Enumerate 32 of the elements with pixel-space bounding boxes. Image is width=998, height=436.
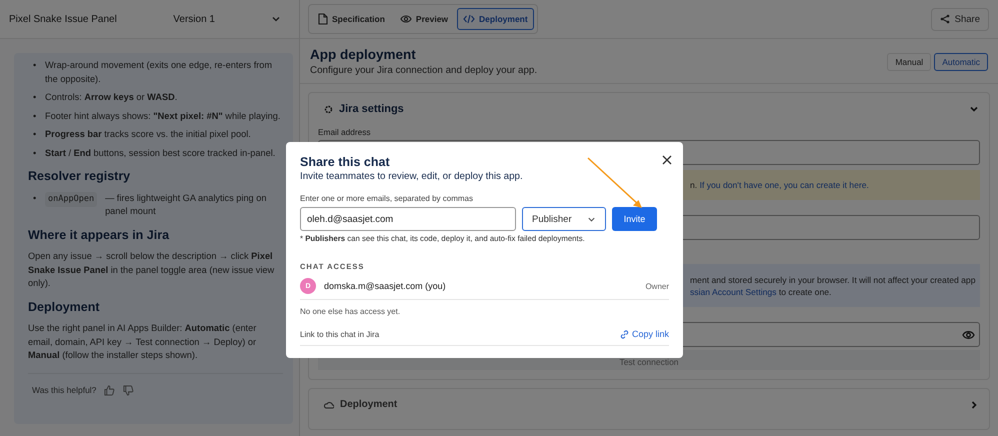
dialog-title: Share this chat	[300, 155, 390, 169]
bullet-text: Footer hint always shows: "Next pixel: #N" while playing.	[45, 110, 280, 123]
feedback-label: Was this helpful?	[32, 384, 96, 397]
page-subtitle: Configure your Jira connection and deploy your app.	[310, 65, 538, 76]
section-heading: Where it appears in Jira	[28, 228, 170, 242]
bullet-mark: •	[33, 59, 38, 72]
bullet-mark: •	[33, 146, 38, 160]
code-tag: onAppOpen	[45, 192, 98, 207]
bullet-mark: •	[33, 128, 38, 141]
empty-note: No one else has access yet.	[300, 307, 402, 316]
bullet-text: — fires lightweight GA analytics ping on panel mount	[105, 192, 268, 218]
paragraph: Use the right panel in AI Apps Builder: Automatic (enter email, domain, API key → Test connection → Deploy) or Manual (follow the installer steps shown).	[28, 322, 258, 362]
bullet-text: Controls: Arrow keys or WASD.	[45, 91, 178, 104]
link-label: Link to this chat in Jira	[300, 330, 380, 338]
panel-title: Pixel Snake Issue Panel	[9, 14, 117, 24]
member-role: Owner	[645, 282, 669, 290]
bullet-text: Progress bar tracks score vs. the initial pixel pool.	[45, 128, 251, 141]
bullet-mark: •	[33, 110, 38, 122]
bullet-text: Wrap-around movement (exits one edge, re-enters from the opposite).	[45, 59, 274, 86]
bullet-text: Start / End buttons, session best score tracked in-panel.	[45, 146, 276, 160]
section-heading: Deployment	[28, 300, 101, 314]
page-title: App deployment	[310, 47, 417, 62]
bullet-mark: •	[33, 192, 38, 204]
paragraph: Open any issue → scroll below the description → click Pixel Snake Issue Panel in the panel toggle area (new issue view only).	[28, 250, 276, 290]
card-title: Jira settings	[339, 103, 404, 115]
field-label: Email address	[318, 127, 372, 137]
dialog-subtitle: Invite teammates to review, edit, or deploy this app.	[300, 171, 524, 182]
card-title: Deployment	[340, 399, 398, 410]
bullet-mark: •	[33, 91, 38, 104]
field-label: Enter one or more emails, separated by commas	[300, 194, 474, 203]
section-heading: Resolver registry	[28, 170, 132, 184]
member-email: domska.m@saasjet.com (you)	[324, 281, 446, 291]
